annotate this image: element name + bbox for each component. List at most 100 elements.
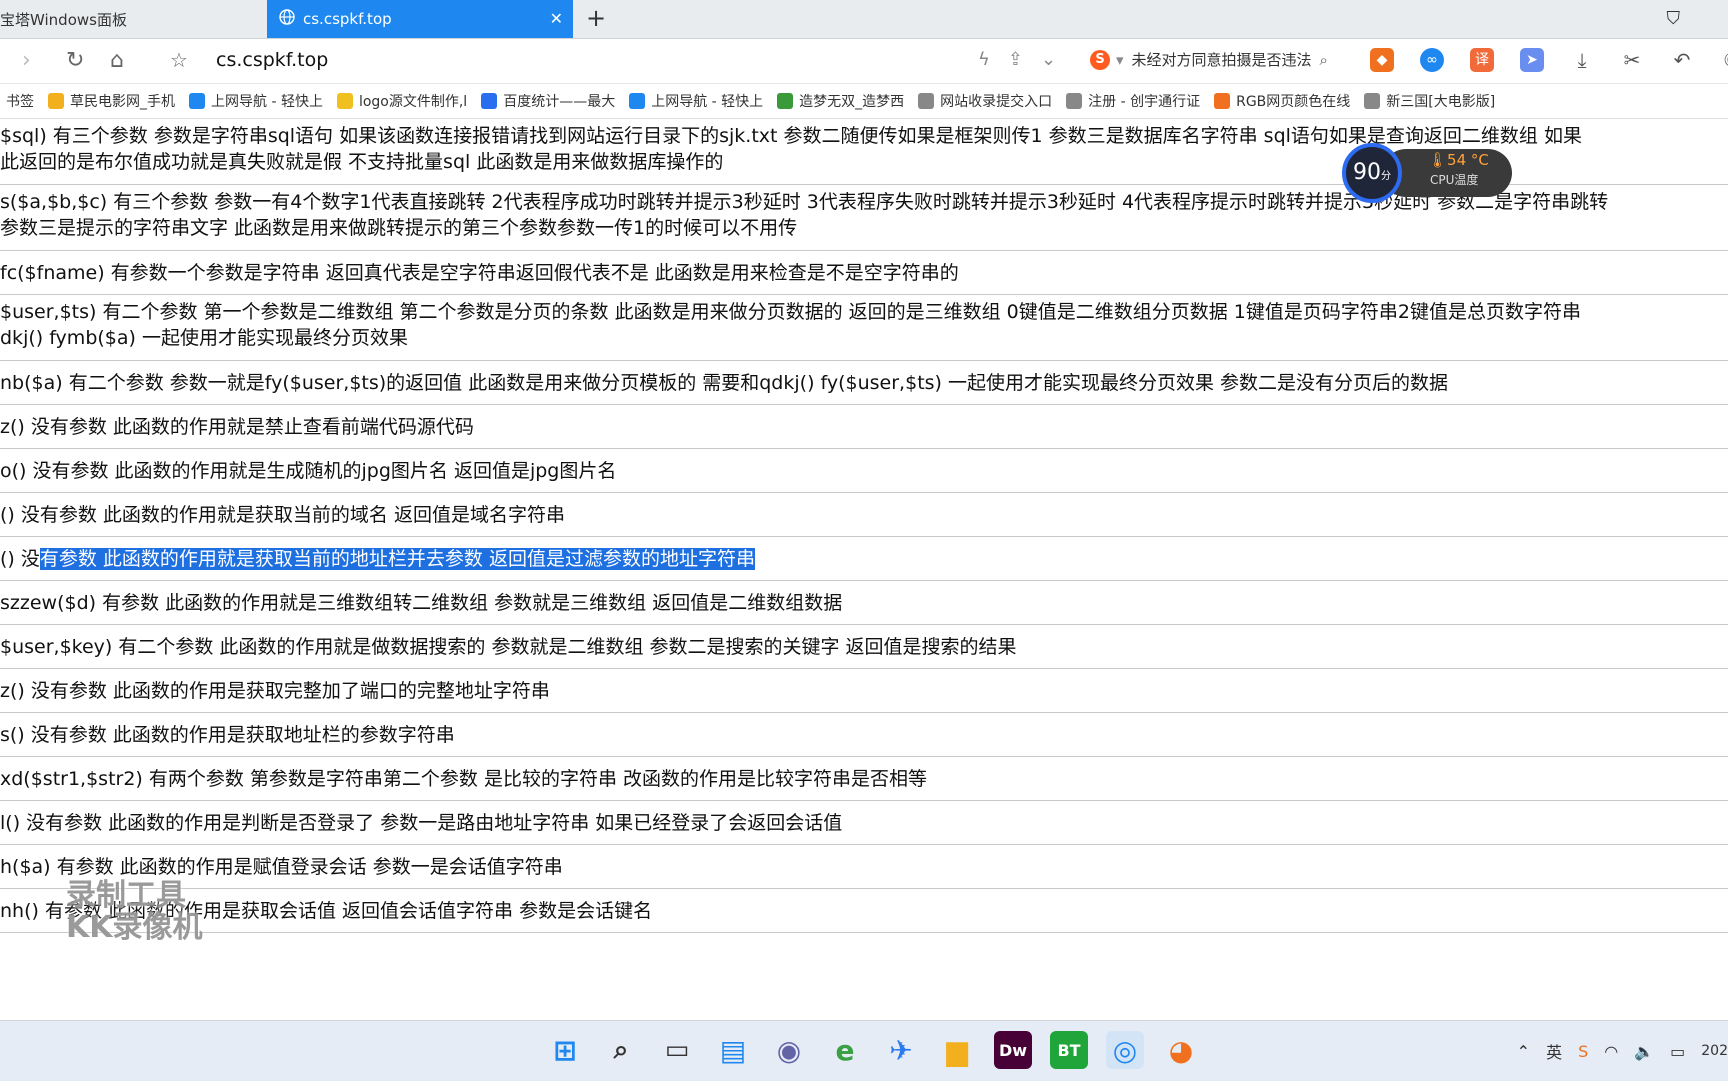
- bookmark-item[interactable]: logo源文件制作,l: [336, 91, 467, 111]
- function-doc-row: nh() 有参数 此函数的作用是获取会话值 返回值会话值字符串 参数是会话键名: [0, 889, 1728, 933]
- search-icon[interactable]: ⌕: [1320, 51, 1328, 69]
- bookmark-label: 造梦无双_造梦西: [799, 94, 905, 110]
- sogou-ime-icon[interactable]: S: [1578, 1042, 1588, 1061]
- globe-icon: [1066, 93, 1083, 109]
- bookmark-item[interactable]: RGB网页颜色在线: [1214, 91, 1350, 111]
- translate-icon[interactable]: 译: [1470, 48, 1494, 72]
- function-doc-row: $user,$key) 有二个参数 此函数的作用就是做数据搜索的 参数就是二维数…: [0, 625, 1728, 669]
- home-icon[interactable]: ⌂: [110, 48, 124, 73]
- ime-indicator[interactable]: 英: [1546, 1039, 1562, 1063]
- bookmark-label: 网站收录提交入口: [940, 94, 1053, 110]
- sogou-search-icon[interactable]: S: [1090, 49, 1110, 70]
- game-controller-icon[interactable]: ◆: [1370, 48, 1394, 72]
- page-content: $sql) 有三个参数 参数是字符串sql语句 如果该函数连接报错请找到网站运行…: [0, 119, 1728, 1019]
- bookmark-item[interactable]: 新三国[大电影版]: [1364, 91, 1495, 111]
- download-icon[interactable]: ⤓: [1570, 48, 1594, 72]
- moon-icon[interactable]: ☾: [1720, 48, 1728, 72]
- recorder-watermark: 录制工具 KK录像机: [66, 880, 203, 944]
- bookmark-item[interactable]: 书签: [6, 91, 34, 111]
- feishu-icon[interactable]: ✈: [882, 1031, 920, 1069]
- tab-label: 宝塔Windows面板: [0, 10, 127, 29]
- search-text[interactable]: 未经对方同意拍摄是否违法: [1132, 49, 1312, 70]
- row-text: () 没: [0, 548, 40, 570]
- bird-icon[interactable]: ➤: [1520, 48, 1544, 72]
- row-text: $user,$ts) 有二个参数 第一个参数是二维数组 第二个参数是分页的条数 …: [0, 301, 1581, 323]
- ie-browser-icon[interactable]: e: [826, 1031, 864, 1069]
- performance-score: 90分: [1342, 143, 1402, 203]
- chevron-down-icon[interactable]: ⌄: [1041, 49, 1074, 70]
- row-text: nh() 有参数 此函数的作用是获取会话值 返回值会话值字符串 参数是会话键名: [0, 900, 653, 922]
- scissors-icon[interactable]: ✂: [1620, 48, 1644, 72]
- widgets-icon[interactable]: ▤: [714, 1031, 752, 1069]
- chevron-down-icon[interactable]: ▾: [1116, 51, 1124, 69]
- bookmark-item[interactable]: 网站收录提交入口: [918, 91, 1052, 111]
- watermark-line1: 录制工具: [66, 878, 186, 913]
- clock[interactable]: 202: [1701, 1043, 1728, 1059]
- function-doc-row: l() 没有参数 此函数的作用是判断是否登录了 参数一是路由地址字符串 如果已经…: [0, 801, 1728, 845]
- new-tab-button[interactable]: +: [586, 4, 606, 32]
- extension-icons: ◆ ∞ 译 ➤ ⤓ ✂ ↶ ☾: [1370, 48, 1728, 72]
- row-text: nb($a) 有二个参数 参数一就是fy($user,$ts)的返回值 此函数是…: [0, 372, 1449, 394]
- close-tab-icon[interactable]: ✕: [550, 9, 563, 28]
- star-icon[interactable]: ☆: [170, 48, 188, 72]
- browser-icon[interactable]: ◎: [1106, 1031, 1144, 1069]
- selected-text[interactable]: 有参数 此函数的作用就是获取当前的地址栏并去参数 返回值是过滤参数的地址字符串: [39, 548, 755, 570]
- bookmark-item[interactable]: 注册 - 创宇通行证: [1066, 91, 1200, 111]
- bookmark-label: 注册 - 创宇通行证: [1088, 94, 1201, 110]
- function-doc-row: $user,$ts) 有二个参数 第一个参数是二维数组 第二个参数是分页的条数 …: [0, 295, 1728, 361]
- cpu-temperature: 🌡54 °C: [1428, 151, 1489, 169]
- globe-icon: [279, 9, 295, 29]
- row-text: h($a) 有参数 此函数的作用是赋值登录会话 参数一是会话值字符串: [0, 856, 563, 878]
- bookmark-label: 上网导航 - 轻快上: [651, 94, 764, 110]
- stats-icon: [481, 93, 498, 109]
- function-doc-row: o() 没有参数 此函数的作用就是生成随机的jpg图片名 返回值是jpg图片名: [0, 449, 1728, 493]
- tab-label: cs.cspkf.top: [303, 10, 392, 28]
- task-view-icon[interactable]: ▭: [658, 1031, 696, 1069]
- bookmark-item[interactable]: 造梦无双_造梦西: [777, 91, 904, 111]
- chevron-up-icon[interactable]: ⌃: [1517, 1042, 1530, 1061]
- undo-icon[interactable]: ↶: [1670, 48, 1694, 72]
- watermark-line2: KK录像机: [66, 910, 203, 945]
- row-text: o() 没有参数 此函数的作用就是生成随机的jpg图片名 返回值是jpg图片名: [0, 460, 617, 482]
- search-icon[interactable]: ⌕: [602, 1031, 640, 1069]
- address-actions[interactable]: ϟ⇪⌄: [978, 49, 1074, 70]
- bookmark-label: 草民电影网_手机: [70, 94, 175, 110]
- taskbar-apps: ⊞ ⌕ ▭ ▤ ◉ e ✈ ▆ Dw BT ◎ ◕: [546, 1031, 1200, 1069]
- reload-icon[interactable]: ↻: [66, 48, 84, 73]
- forward-icon[interactable]: ›: [22, 48, 31, 73]
- game-icon: [777, 93, 794, 109]
- function-doc-row: z() 没有参数 此函数的作用就是禁止查看前端代码源代码: [0, 405, 1728, 449]
- battery-icon[interactable]: ▭: [1670, 1042, 1685, 1061]
- navigation-bar: › ↻ ⌂ ☆ cs.cspkf.top ϟ⇪⌄ S ▾ 未经对方同意拍摄是否违…: [0, 39, 1728, 84]
- ie-icon: [189, 93, 205, 109]
- function-doc-row: fc($fname) 有参数一个参数是字符串 返回真代表是空字符串返回假代表不是…: [0, 251, 1728, 295]
- windows-start-icon[interactable]: ⊞: [546, 1031, 584, 1069]
- volume-icon[interactable]: 🔈: [1634, 1042, 1654, 1061]
- function-doc-row: () 没有参数 此函数的作用就是获取当前的域名 返回值是域名字符串: [0, 493, 1728, 537]
- share-icon[interactable]: ⇪: [1008, 49, 1041, 70]
- wifi-icon[interactable]: ◠: [1604, 1042, 1618, 1061]
- function-doc-row: z() 没有参数 此函数的作用是获取完整加了端口的完整地址字符串: [0, 669, 1728, 713]
- function-doc-row: s() 没有参数 此函数的作用是获取地址栏的参数字符串: [0, 713, 1728, 757]
- shirt-icon[interactable]: ⛉: [1667, 8, 1681, 29]
- infinity-icon[interactable]: ∞: [1420, 48, 1444, 72]
- address-bar-url[interactable]: cs.cspkf.top: [216, 49, 328, 71]
- cpu-temperature-widget[interactable]: 90分 🌡54 °C CPU温度: [1342, 143, 1514, 203]
- bookmark-item[interactable]: 百度统计——最大: [481, 91, 615, 111]
- bt-panel-icon[interactable]: BT: [1050, 1031, 1088, 1069]
- search-box[interactable]: S ▾ 未经对方同意拍摄是否违法 ⌕: [1090, 49, 1328, 70]
- row-text: szzew($d) 有参数 此函数的作用就是三维数组转二维数组 参数就是三维数组…: [0, 592, 843, 614]
- kk-recorder-icon[interactable]: ◕: [1162, 1031, 1200, 1069]
- lightning-icon[interactable]: ϟ: [978, 49, 1008, 70]
- row-text: dkj() fymb($a) 一起使用才能实现最终分页效果: [0, 327, 408, 349]
- bookmark-item[interactable]: 上网导航 - 轻快上: [629, 91, 763, 111]
- bookmark-item[interactable]: 上网导航 - 轻快上: [189, 91, 323, 111]
- chat-icon[interactable]: ◉: [770, 1031, 808, 1069]
- ie-icon: [629, 93, 646, 109]
- dreamweaver-icon[interactable]: Dw: [994, 1031, 1032, 1069]
- file-explorer-icon[interactable]: ▆: [938, 1031, 976, 1069]
- bookmark-item[interactable]: 草民电影网_手机: [48, 91, 175, 111]
- tab-cs-cspkf[interactable]: cs.cspkf.top ✕: [267, 0, 573, 38]
- system-tray: ⌃ 英 S ◠ 🔈 ▭ 202: [1517, 1039, 1728, 1063]
- tab-bt-panel[interactable]: 宝塔Windows面板: [0, 0, 266, 38]
